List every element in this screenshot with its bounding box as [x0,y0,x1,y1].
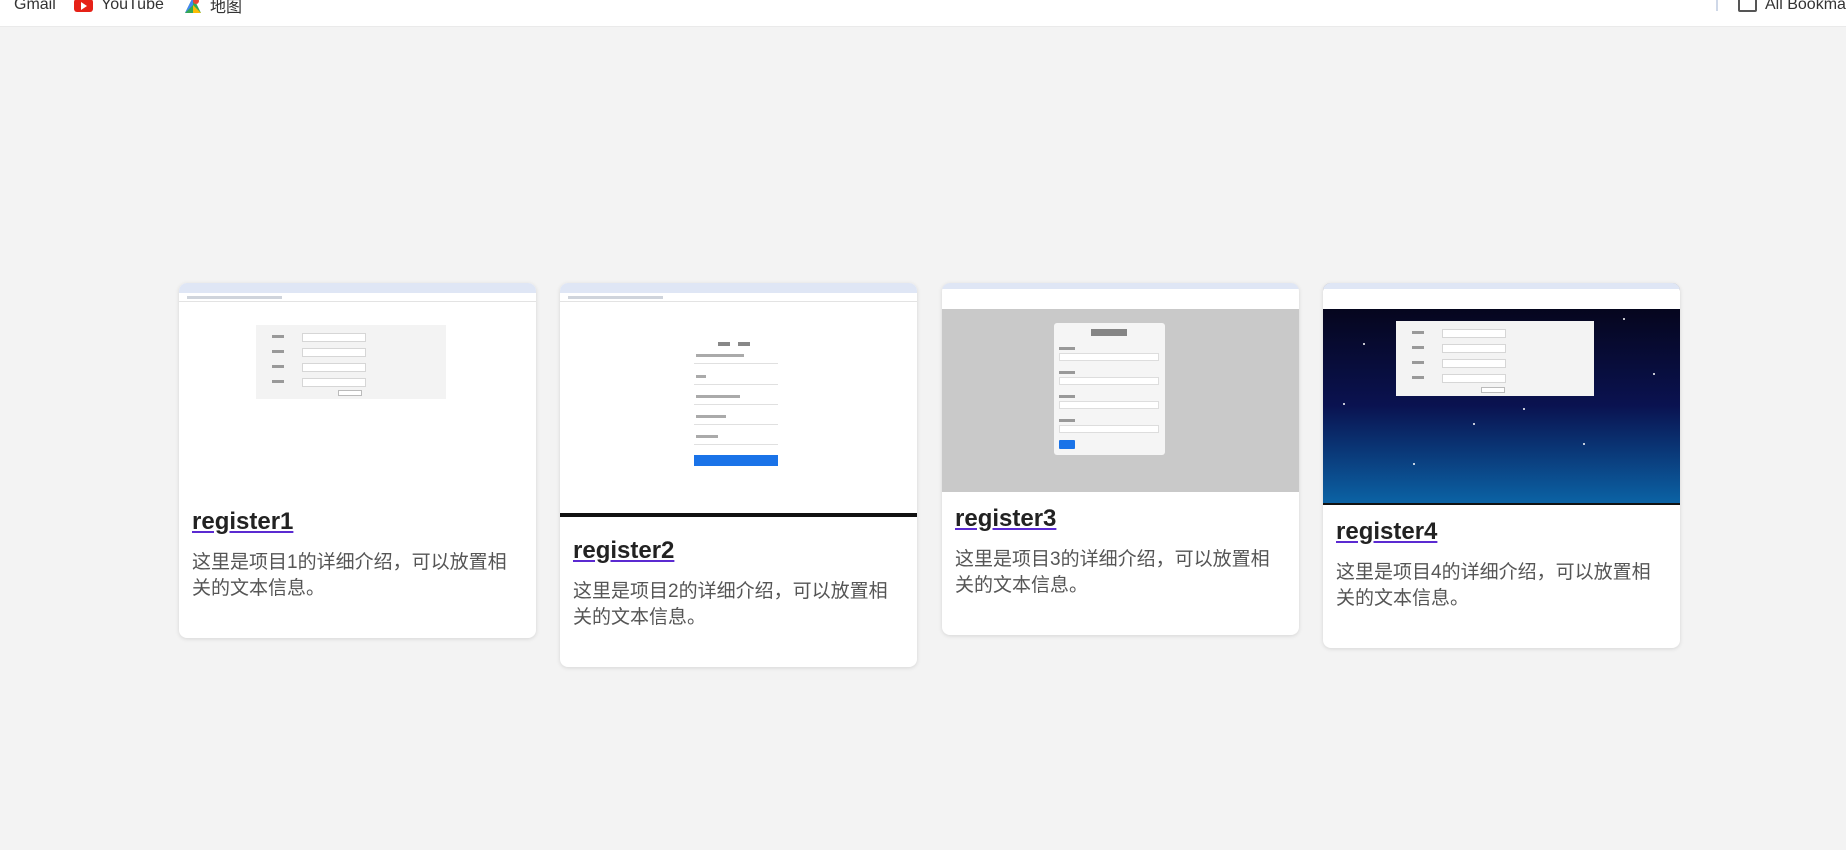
project-thumbnail[interactable] [560,283,917,517]
project-description: 这里是项目1的详细介绍，可以放置相关的文本信息。 [192,552,507,599]
bookmark-gmail[interactable]: Gmail [0,0,56,16]
bookmark-label: YouTube [101,0,164,13]
bookmark-label: Gmail [14,0,56,13]
project-link[interactable]: register3 [955,505,1056,532]
bookmarks-bar: Gmail YouTube 地图 All Bookma [0,0,1846,27]
project-card-2: register2 这里是项目2的详细介绍，可以放置相关的文本信息。 [560,283,917,667]
project-thumbnail[interactable] [942,283,1299,492]
project-title: register1 [192,508,523,536]
project-link[interactable]: register2 [573,537,674,564]
project-thumbnail[interactable] [1323,283,1680,505]
maps-icon [185,0,201,13]
project-link[interactable]: register4 [1336,518,1437,545]
project-card-4: register4 这里是项目4的详细介绍，可以放置相关的文本信息。 [1323,283,1680,648]
project-card-1: register1 这里是项目1的详细介绍，可以放置相关的文本信息。 [179,283,536,638]
project-description: 这里是项目4的详细介绍，可以放置相关的文本信息。 [1336,562,1651,609]
folder-icon [1738,0,1757,12]
project-description: 这里是项目3的详细介绍，可以放置相关的文本信息。 [955,549,1270,596]
project-link[interactable]: register1 [192,508,293,535]
project-thumbnail[interactable] [179,283,536,488]
project-card-3: register3 这里是项目3的详细介绍，可以放置相关的文本信息。 [942,283,1299,635]
project-title: register3 [955,505,1286,533]
project-description: 这里是项目2的详细介绍，可以放置相关的文本信息。 [573,581,888,628]
bookmark-maps[interactable]: 地图 [184,0,242,16]
youtube-icon [74,0,93,12]
project-title: register2 [573,537,904,565]
bookmarks-separator [1716,0,1718,11]
project-title: register4 [1336,518,1667,546]
all-bookmarks-button[interactable]: All Bookma [1738,0,1846,16]
bookmark-label: 地图 [210,0,243,16]
gmail-icon [0,0,6,12]
all-bookmarks-label: All Bookma [1765,0,1846,13]
bookmark-youtube[interactable]: YouTube [74,0,164,16]
